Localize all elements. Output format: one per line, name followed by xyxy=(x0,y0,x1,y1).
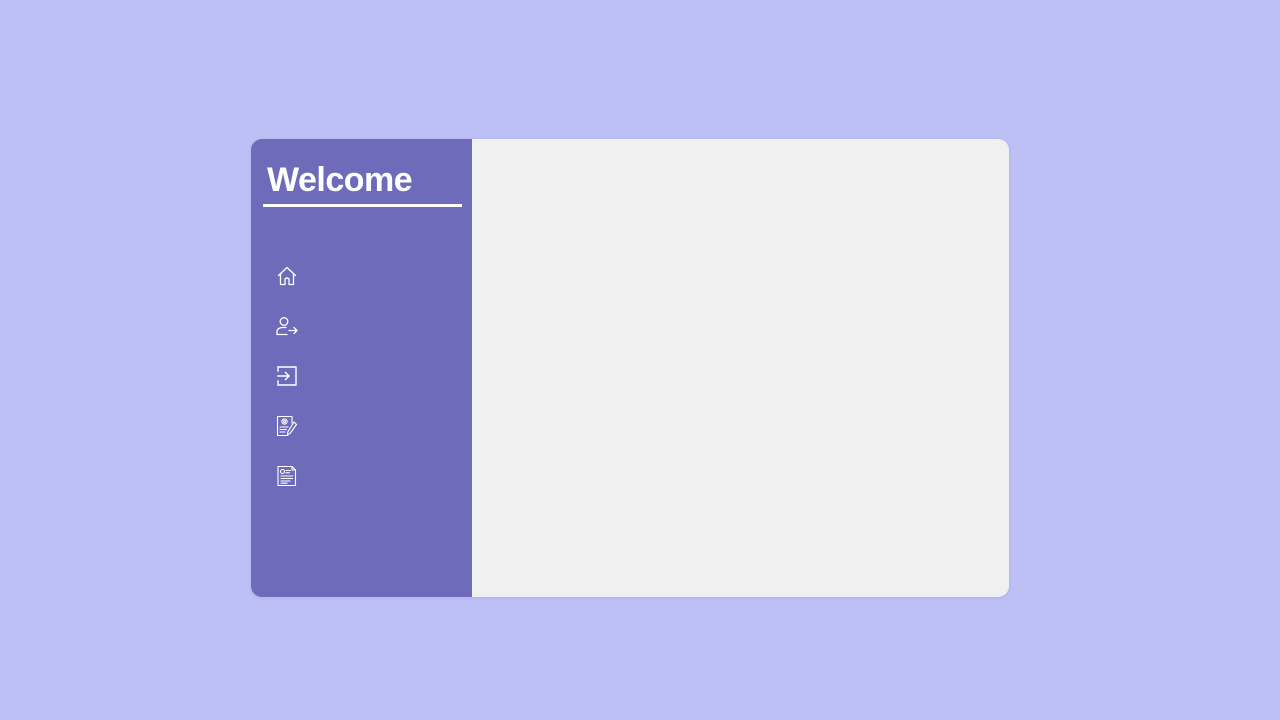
title-underline xyxy=(263,204,462,207)
document-icon xyxy=(275,464,299,488)
nav-item-login[interactable] xyxy=(251,351,472,401)
nav-item-user-switch[interactable] xyxy=(251,301,472,351)
sidebar-nav xyxy=(251,251,472,501)
nav-item-document[interactable] xyxy=(251,451,472,501)
home-icon xyxy=(275,264,299,288)
nav-item-home[interactable] xyxy=(251,251,472,301)
nav-item-edit-document[interactable] xyxy=(251,401,472,451)
user-switch-icon xyxy=(275,314,299,338)
app-window: Welcome xyxy=(251,139,1009,597)
sidebar-title: Welcome xyxy=(267,161,413,199)
main-content-area xyxy=(472,139,1009,597)
sidebar: Welcome xyxy=(251,139,472,597)
edit-document-icon xyxy=(275,414,299,438)
login-icon xyxy=(275,364,299,388)
